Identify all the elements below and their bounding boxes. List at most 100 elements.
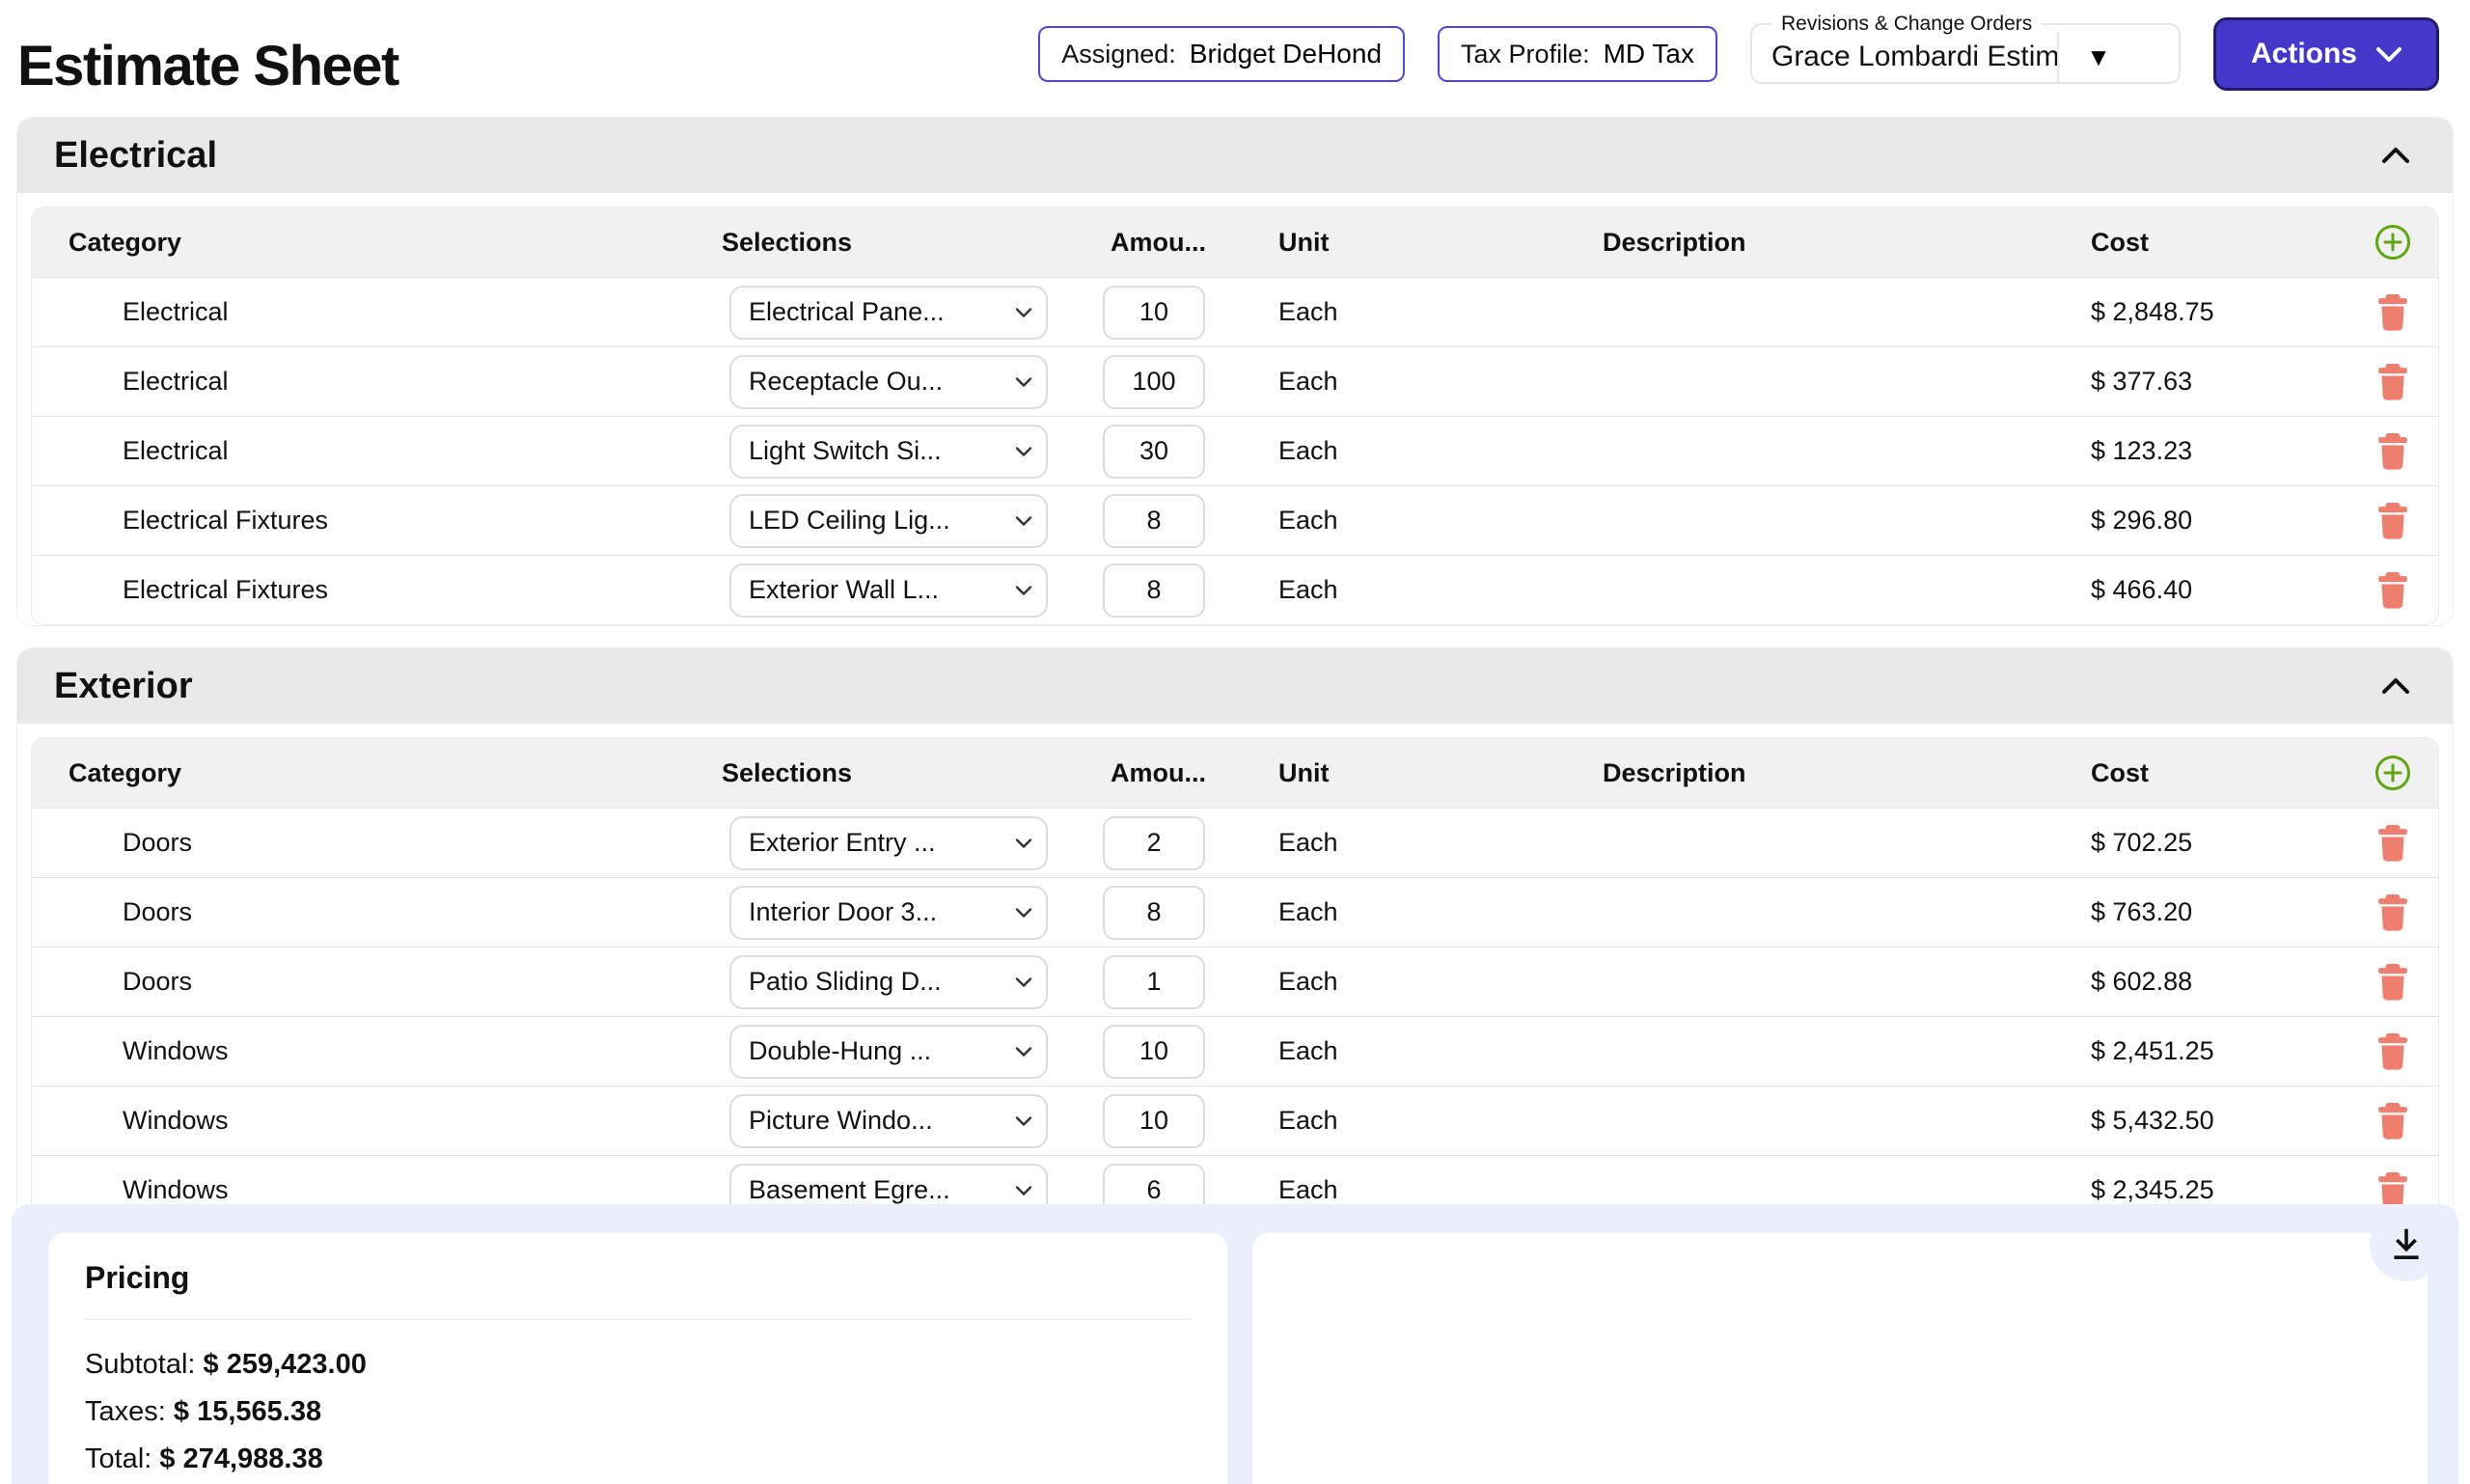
selection-value: Receptacle Ou...	[749, 367, 943, 397]
section-card: Electrical Category Selections Amou... U…	[17, 118, 2453, 625]
delete-row-button[interactable]	[2376, 432, 2409, 471]
category-cell: Electrical	[32, 297, 722, 327]
unit-cell: Each	[1267, 297, 1595, 327]
amount-input[interactable]	[1103, 1094, 1205, 1148]
chevron-down-icon	[1015, 838, 1032, 848]
pricing-subtotal: Subtotal: $ 259,423.00	[85, 1349, 1191, 1381]
unit-cell: Each	[1267, 1175, 1595, 1205]
category-cell: Doors	[32, 828, 722, 858]
cost-cell: $ 123.23	[2077, 436, 2347, 466]
category-cell: Windows	[32, 1175, 722, 1205]
column-header-cost: Cost	[2077, 228, 2347, 258]
unit-cell: Each	[1267, 436, 1595, 466]
column-header-cost: Cost	[2077, 758, 2347, 788]
table-row: Electrical Fixtures LED Ceiling Lig... E…	[32, 485, 2438, 555]
category-cell: Electrical	[32, 367, 722, 397]
delete-row-button[interactable]	[2376, 893, 2409, 932]
selection-dropdown[interactable]: Interior Door 3...	[729, 886, 1048, 940]
taxes-value: $ 15,565.38	[174, 1396, 321, 1427]
chevron-down-icon	[1015, 1046, 1032, 1057]
column-header-description: Description	[1595, 228, 2077, 258]
section-header[interactable]: Exterior	[17, 648, 2453, 724]
column-header-unit: Unit	[1267, 758, 1595, 788]
assigned-label: Assigned:	[1061, 40, 1176, 69]
cost-cell: $ 763.20	[2077, 897, 2347, 927]
amount-input[interactable]	[1103, 286, 1205, 340]
selection-value: Patio Sliding D...	[749, 967, 942, 997]
subtotal-value: $ 259,423.00	[204, 1349, 367, 1380]
category-cell: Doors	[32, 897, 722, 927]
selection-value: Interior Door 3...	[749, 897, 937, 927]
delete-row-button[interactable]	[2376, 502, 2409, 540]
section-title: Electrical	[54, 135, 217, 177]
chevron-up-icon[interactable]	[2381, 677, 2410, 695]
tax-profile-badge[interactable]: Tax Profile: MD Tax	[1438, 26, 1717, 82]
table-row: Windows Double-Hung ... Each $ 2,451.25	[32, 1016, 2438, 1086]
download-button[interactable]	[2370, 1208, 2443, 1281]
revisions-select[interactable]: Revisions & Change Orders Grace Lombardi…	[1750, 13, 2181, 84]
table-row: Electrical Receptacle Ou... Each $ 377.6…	[32, 346, 2438, 416]
amount-input[interactable]	[1103, 494, 1205, 548]
chevron-down-icon	[1015, 907, 1032, 918]
column-header-category: Category	[32, 758, 722, 788]
column-header-unit: Unit	[1267, 228, 1595, 258]
selection-value: Basement Egre...	[749, 1175, 950, 1205]
selection-dropdown[interactable]: Exterior Wall L...	[729, 563, 1048, 618]
amount-input[interactable]	[1103, 886, 1205, 940]
taxes-label: Taxes:	[85, 1396, 166, 1427]
unit-cell: Each	[1267, 1036, 1595, 1066]
caret-down-icon[interactable]: ▼	[2059, 32, 2138, 82]
column-header-selections: Selections	[722, 228, 1103, 258]
chevron-down-icon	[1015, 585, 1032, 595]
amount-input[interactable]	[1103, 1025, 1205, 1079]
selection-dropdown[interactable]: Light Switch Si...	[729, 425, 1048, 479]
sections: Electrical Category Selections Amou... U…	[0, 118, 2470, 1225]
selection-value: LED Ceiling Lig...	[749, 506, 950, 536]
cost-cell: $ 702.25	[2077, 828, 2347, 858]
amount-input[interactable]	[1103, 355, 1205, 409]
tax-profile-value: MD Tax	[1604, 39, 1694, 69]
section-card: Exterior Category Selections Amou... Uni…	[17, 648, 2453, 1225]
unit-cell: Each	[1267, 828, 1595, 858]
cost-cell: $ 2,345.25	[2077, 1175, 2347, 1205]
amount-input[interactable]	[1103, 425, 1205, 479]
pricing-total: Total: $ 274,988.38	[85, 1443, 1191, 1475]
delete-row-button[interactable]	[2376, 293, 2409, 332]
add-row-button[interactable]	[2374, 754, 2412, 792]
amount-input[interactable]	[1103, 955, 1205, 1009]
chevron-down-icon	[1015, 515, 1032, 526]
selection-dropdown[interactable]: LED Ceiling Lig...	[729, 494, 1048, 548]
actions-button[interactable]: Actions	[2213, 17, 2439, 91]
unit-cell: Each	[1267, 1106, 1595, 1136]
add-row-button[interactable]	[2374, 223, 2412, 261]
cost-cell: $ 5,432.50	[2077, 1106, 2347, 1136]
selection-dropdown[interactable]: Electrical Pane...	[729, 286, 1048, 340]
delete-row-button[interactable]	[2376, 824, 2409, 863]
table-row: Doors Interior Door 3... Each $ 763.20	[32, 877, 2438, 947]
selection-dropdown[interactable]: Receptacle Ou...	[729, 355, 1048, 409]
selection-dropdown[interactable]: Double-Hung ...	[729, 1025, 1048, 1079]
pricing-title: Pricing	[85, 1260, 1191, 1296]
delete-row-button[interactable]	[2376, 963, 2409, 1002]
delete-row-button[interactable]	[2376, 1032, 2409, 1071]
selection-value: Picture Windo...	[749, 1106, 933, 1136]
cost-cell: $ 377.63	[2077, 367, 2347, 397]
revisions-row: Grace Lombardi Estimate ▼	[1752, 32, 2179, 82]
delete-row-button[interactable]	[2376, 571, 2409, 610]
delete-row-button[interactable]	[2376, 1102, 2409, 1140]
topbar: Estimate Sheet Assigned: Bridget DeHond …	[0, 0, 2470, 108]
selection-dropdown[interactable]: Picture Windo...	[729, 1094, 1048, 1148]
cost-cell: $ 466.40	[2077, 575, 2347, 605]
section-header[interactable]: Electrical	[17, 118, 2453, 193]
amount-input[interactable]	[1103, 816, 1205, 870]
table-header-row: Category Selections Amou... Unit Descrip…	[32, 738, 2438, 808]
amount-input[interactable]	[1103, 563, 1205, 618]
selection-dropdown[interactable]: Patio Sliding D...	[729, 955, 1048, 1009]
chevron-down-icon	[1015, 1185, 1032, 1195]
selection-dropdown[interactable]: Exterior Entry ...	[729, 816, 1048, 870]
assigned-value: Bridget DeHond	[1190, 39, 1382, 69]
assigned-badge[interactable]: Assigned: Bridget DeHond	[1038, 26, 1405, 82]
chevron-up-icon[interactable]	[2381, 147, 2410, 164]
unit-cell: Each	[1267, 367, 1595, 397]
delete-row-button[interactable]	[2376, 363, 2409, 401]
